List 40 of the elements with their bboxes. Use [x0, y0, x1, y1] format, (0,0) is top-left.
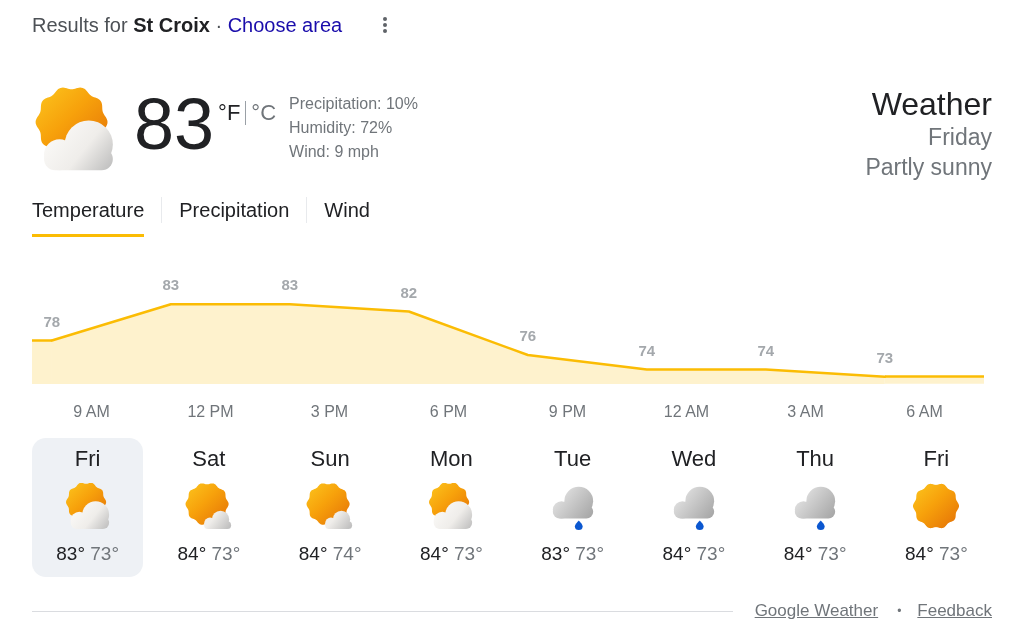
- chart-tab[interactable]: Temperature: [32, 195, 145, 237]
- time-axis-label: 3 PM: [310, 403, 349, 420]
- time-axis-label: 9 PM: [548, 403, 587, 420]
- results-location-text: Results for St Croix · Choose area: [32, 13, 343, 37]
- temperature-value-label: 83: [162, 276, 180, 294]
- sun-behind-cloud-icon: [63, 482, 112, 530]
- line-extension: [32, 339, 52, 384]
- widget-title: Weather: [871, 86, 992, 122]
- time-axis-label: 6 PM: [429, 403, 468, 420]
- time-axis-label: 12 AM: [663, 403, 710, 420]
- temperature-value-label: 83: [281, 276, 299, 294]
- day-forecast-button[interactable]: Fri 83° 73°: [32, 438, 144, 577]
- chart-tab[interactable]: Precipitation: [179, 195, 290, 237]
- forecast-day-text: Friday: [928, 123, 992, 152]
- bullet-separator: •: [897, 603, 902, 620]
- kebab-menu-icon: [383, 17, 388, 33]
- footer-link[interactable]: Feedback: [917, 599, 992, 623]
- weather-detail-text: Wind: 9 mph: [289, 142, 380, 162]
- temperature-value-label: 74: [757, 341, 775, 359]
- time-axis-label: 12 PM: [187, 403, 234, 420]
- weather-detail-text: Humidity: 72%: [289, 118, 394, 138]
- condition-text: Partly sunny: [865, 153, 992, 182]
- choose-area-link[interactable]: Choose area: [227, 14, 343, 36]
- time-axis-label: 3 AM: [787, 403, 824, 420]
- time-axis-label: 6 AM: [906, 403, 943, 420]
- sun-icon: [912, 482, 961, 530]
- temperature-unit-button[interactable]: °F: [218, 100, 241, 126]
- chart-tab[interactable]: Wind: [324, 195, 370, 237]
- footer-link[interactable]: Google Weather: [754, 599, 879, 623]
- temperature-value-label: 78: [43, 312, 61, 330]
- current-temperature-text: 83: [134, 86, 215, 162]
- temperature-unit-button[interactable]: °C: [251, 100, 277, 126]
- sun-with-small-cloud-icon: [184, 482, 233, 530]
- sun-with-small-cloud-icon: [306, 482, 355, 530]
- temperature-value-label: 73: [876, 348, 894, 366]
- temperature-value-label: 82: [400, 283, 418, 301]
- temperature-value-label: 74: [638, 341, 656, 359]
- time-axis-label: 9 AM: [73, 403, 110, 420]
- weather-detail-text: Precipitation: 10%: [289, 94, 418, 114]
- temperature-value-label: 76: [519, 327, 537, 344]
